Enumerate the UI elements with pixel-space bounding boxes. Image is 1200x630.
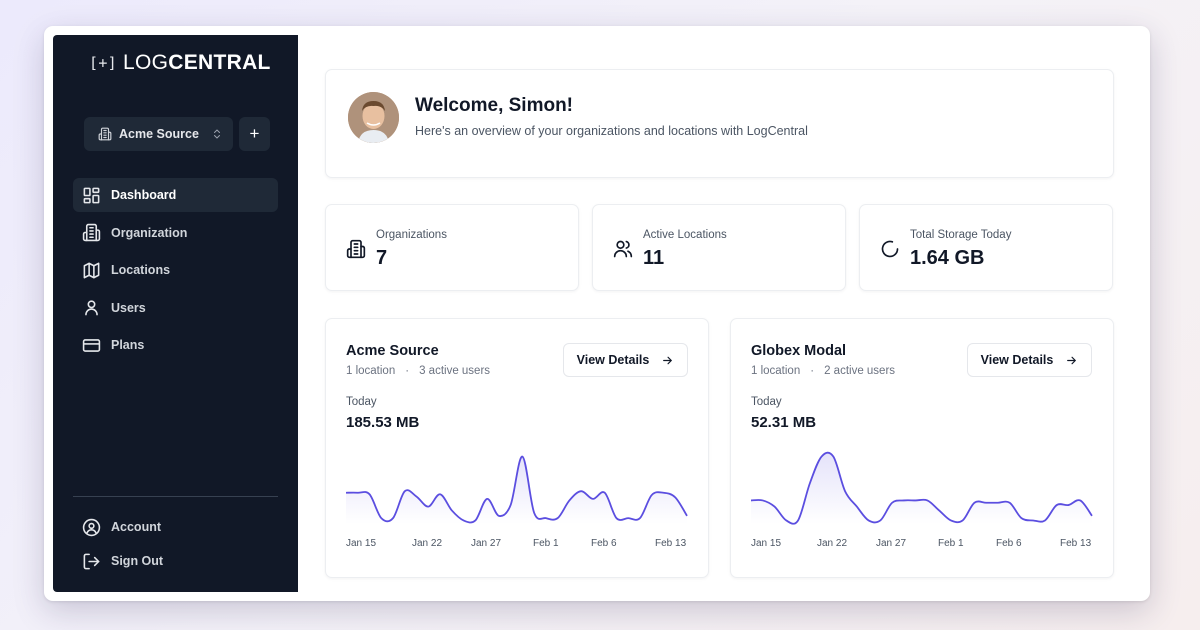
org-switcher[interactable]: Acme Source <box>84 117 233 151</box>
sidebar-item-label: Dashboard <box>111 188 177 202</box>
stat-label: Total Storage Today <box>910 229 1012 241</box>
bracket-plus-icon: [+] <box>89 54 117 72</box>
x-tick-label: Jan 15 <box>751 538 781 549</box>
dashboard-icon <box>81 185 101 205</box>
stat-value: 1.64 GB <box>910 247 985 269</box>
stat-label: Active Locations <box>643 229 727 241</box>
users-icon <box>611 237 635 261</box>
sidebar-item-label: Plans <box>111 338 145 352</box>
sidebar-nav: Dashboard Organization Locations Users P… <box>73 178 278 366</box>
app-window: [+] LOG CENTRAL Acme Source + Dashboard … <box>53 35 1141 592</box>
sidebar-item-dashboard[interactable]: Dashboard <box>73 178 278 212</box>
sidebar-divider <box>73 496 278 497</box>
avatar <box>348 92 399 143</box>
sparkline-area <box>751 452 1092 524</box>
sidebar-item-label: Locations <box>111 263 171 277</box>
logo[interactable]: [+] LOG CENTRAL <box>89 51 271 75</box>
chevrons-up-down-icon <box>211 128 223 140</box>
main-content: Welcome, Simon! Here's an overview of yo… <box>298 35 1141 592</box>
spinner-icon <box>878 237 902 261</box>
x-tick-label: Jan 15 <box>346 538 376 549</box>
building-icon <box>98 127 112 141</box>
x-tick-label: Jan 22 <box>817 538 847 549</box>
sidebar-item-label: Account <box>111 520 161 534</box>
stat-card-total-storage: Total Storage Today 1.64 GB <box>859 204 1113 291</box>
sidebar-item-label: Users <box>111 300 146 315</box>
sidebar-bottom-nav: Account Sign Out <box>73 510 278 578</box>
x-tick-label: Jan 22 <box>412 538 442 549</box>
org-switcher-label: Acme Source <box>119 127 199 141</box>
sign-out-icon <box>81 551 101 571</box>
x-tick-label: Feb 6 <box>591 538 617 549</box>
stat-label: Organizations <box>376 229 447 241</box>
page-title: Welcome, Simon! <box>415 95 574 116</box>
x-tick-label: Feb 1 <box>938 538 964 549</box>
usage-sparkline: Jan 15 Jan 22 Jan 27 Feb 1 Feb 6 Feb 13 <box>345 455 688 549</box>
sidebar-item-label: Sign Out <box>111 554 164 568</box>
sparkline-area <box>346 456 687 524</box>
building-icon <box>81 223 101 243</box>
stat-value: 11 <box>643 247 665 269</box>
sidebar-item-organization[interactable]: Organization <box>73 216 278 250</box>
x-tick-label: Feb 1 <box>533 538 559 549</box>
sidebar-item-locations[interactable]: Locations <box>73 253 278 287</box>
stat-value: 7 <box>376 247 388 269</box>
stat-card-organizations: Organizations 7 <box>325 204 579 291</box>
org-card-globex-modal: Globex Modal 1 location · 2 active users V… <box>730 318 1114 578</box>
add-organization-button[interactable]: + <box>239 117 270 151</box>
card-icon <box>81 335 101 355</box>
building-icon <box>344 237 368 261</box>
account-icon <box>81 517 101 537</box>
x-tick-label: Feb 13 <box>1060 538 1092 549</box>
org-card-acme-source: Acme Source 1 location · 3 active users Vi… <box>325 318 709 578</box>
welcome-card: Welcome, Simon! Here's an overview of yo… <box>325 69 1114 178</box>
logo-text-log: LOG <box>123 51 169 74</box>
x-tick-label: Feb 13 <box>655 538 687 549</box>
stat-card-active-locations: Active Locations 11 <box>592 204 846 291</box>
x-tick-label: Jan 27 <box>471 538 501 549</box>
map-icon <box>81 260 101 280</box>
sidebar-item-users[interactable]: Users <box>73 291 278 325</box>
user-icon <box>81 298 101 318</box>
x-tick-label: Feb 6 <box>996 538 1022 549</box>
browser-frame: [+] LOG CENTRAL Acme Source + Dashboard … <box>44 26 1150 601</box>
logo-text-central: CENTRAL <box>168 51 271 74</box>
sidebar-item-label: Organization <box>111 225 188 240</box>
page-subtitle: Here's an overview of your organizations… <box>415 124 808 138</box>
x-tick-label: Jan 27 <box>876 538 906 549</box>
usage-sparkline: Jan 15 Jan 22 Jan 27 Feb 1 Feb 6 Feb 13 <box>750 451 1093 549</box>
sidebar: [+] LOG CENTRAL Acme Source + Dashboard … <box>53 35 298 592</box>
sidebar-item-account[interactable]: Account <box>73 510 278 544</box>
sidebar-item-plans[interactable]: Plans <box>73 328 278 362</box>
sidebar-item-sign-out[interactable]: Sign Out <box>73 544 278 578</box>
